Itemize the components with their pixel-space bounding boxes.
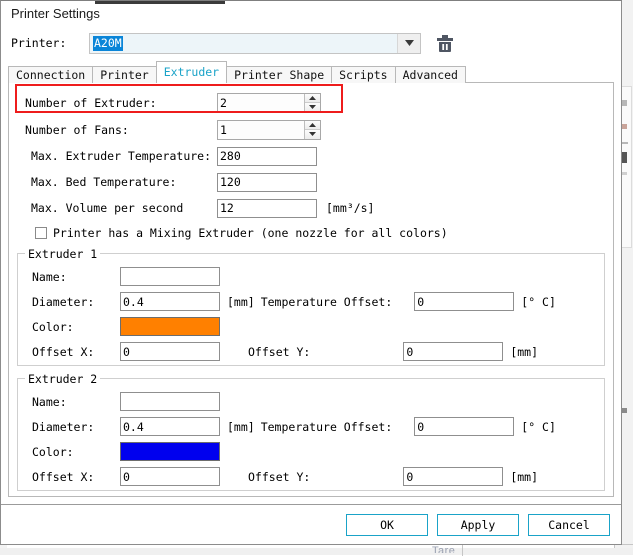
number-of-fans-stepper[interactable] [217,119,321,140]
extruder-tab-panel: Number of Extruder: Number of Fans: [8,82,614,497]
number-of-fans-label: Number of Fans: [25,122,129,137]
extruder-2-offset-y-label: Offset Y: [248,469,311,484]
dialog-titlebar: Printer Settings [1,1,621,25]
background-ghost-panel [462,544,633,556]
extruder-1-offset-y-input[interactable] [403,342,504,361]
number-of-fans-row: Number of Fans: [17,116,605,143]
max-extruder-temperature-row: Max. Extruder Temperature: [17,143,605,169]
extruder-2-name-label: Name: [32,394,67,409]
extruder-2-offset-y-unit: [mm] [510,469,539,484]
titlebar-dark-cap [95,1,225,4]
max-bed-temperature-row: Max. Bed Temperature: [17,169,605,195]
extruder-1-diameter-label: Diameter: [32,294,95,309]
max-bed-temperature-label: Max. Bed Temperature: [31,175,177,189]
extruder-1-diameter-row: Diameter: [mm] Temperature Offset: [° C] [26,289,596,314]
extruder-2-name-input[interactable] [120,392,220,411]
extruder-2-offset-row: Offset X: Offset Y: [mm] [26,464,596,489]
printer-label: Printer: [11,36,67,50]
extruder-1-group: Extruder 1 Name: Diameter: [mm] Temperat… [17,247,605,366]
extruder-2-diameter-label: Diameter: [32,419,95,434]
extruder-1-name-row: Name: [26,264,596,289]
tab-scripts[interactable]: Scripts [331,66,396,83]
extruder-2-temperature-offset-input[interactable] [414,417,515,436]
extruder-1-diameter-input[interactable] [120,292,220,311]
extruder-1-group-title: Extruder 1 [25,247,101,261]
extruder-2-temperature-offset-label: Temperature Offset: [260,419,393,434]
extruder-1-name-label: Name: [32,269,67,284]
extruder-1-temperature-offset-unit: [° C] [521,294,556,309]
extruder-2-name-row: Name: [26,389,596,414]
extruder-1-offset-x-input[interactable] [120,342,220,361]
extruder-2-color-row: Color: [26,439,596,464]
extruder-2-offset-x-label: Offset X: [32,469,95,484]
printer-combobox[interactable]: A20M [89,32,421,54]
number-of-extruder-row: Number of Extruder: [17,89,605,116]
max-volume-per-second-row: Max. Volume per second [mm³/s] [17,195,605,221]
number-of-fans-input[interactable] [218,120,304,139]
extruder-2-diameter-unit: [mm] [227,419,255,434]
tab-printer[interactable]: Printer [92,66,157,83]
extruder-1-diameter-unit: [mm] [227,294,255,309]
number-of-extruder-stepper[interactable] [217,92,321,113]
printer-combobox-value: A20M [93,35,123,51]
mixing-extruder-checkbox[interactable] [35,227,47,239]
mixing-extruder-label: Printer has a Mixing Extruder (one nozzl… [53,226,448,240]
cancel-button[interactable]: Cancel [528,513,610,536]
extruder-2-diameter-row: Diameter: [mm] Temperature Offset: [° C] [26,414,596,439]
stepper-down-icon[interactable] [305,130,320,139]
number-of-fans-stepper-buttons[interactable] [304,120,320,139]
number-of-extruder-input[interactable] [218,93,304,112]
extruder-1-name-input[interactable] [120,267,220,286]
extruder-1-offset-y-unit: [mm] [510,344,539,359]
tab-advanced[interactable]: Advanced [394,66,466,83]
dialog-title: Printer Settings [11,5,100,21]
extruder-1-offset-y-label: Offset Y: [248,344,311,359]
tab-extruder[interactable]: Extruder [155,61,228,83]
settings-tabstrip: Connection Printer Extruder Printer Shap… [8,61,621,83]
extruder-2-group-title: Extruder 2 [25,372,101,386]
max-volume-per-second-unit: [mm³/s] [326,201,375,215]
extruder-2-temperature-offset-unit: [° C] [521,419,556,434]
trash-icon[interactable] [434,32,456,54]
extruder-1-temperature-offset-input[interactable] [414,292,515,311]
printer-combobox-field[interactable]: A20M [90,33,397,53]
max-volume-per-second-label: Max. Volume per second [31,201,184,215]
extruder-1-color-row: Color: [26,314,596,339]
extruder-1-color-label: Color: [32,319,74,334]
number-of-extruder-label: Number of Extruder: [25,95,157,110]
background-ghost-label: Tare [432,545,456,553]
printer-selector-row: Printer: A20M [1,25,621,61]
extruder-1-temperature-offset-label: Temperature Offset: [260,294,393,309]
extruder-1-color-swatch[interactable] [120,317,220,336]
extruder-2-diameter-input[interactable] [120,417,220,436]
stepper-up-icon[interactable] [305,93,320,103]
printer-settings-dialog: Printer Settings Printer: A20M Connectio… [0,0,622,545]
extruder-1-offset-x-label: Offset X: [32,344,95,359]
extruder-2-offset-y-input[interactable] [403,467,504,486]
mixing-extruder-row[interactable]: Printer has a Mixing Extruder (one nozzl… [17,221,605,245]
extruder-2-color-swatch[interactable] [120,442,220,461]
extruder-2-color-label: Color: [32,444,74,459]
stepper-down-icon[interactable] [305,103,320,112]
stepper-up-icon[interactable] [305,120,320,130]
ok-button[interactable]: OK [346,513,428,536]
number-of-extruder-stepper-buttons[interactable] [304,93,320,112]
extruder-2-offset-x-input[interactable] [120,467,220,486]
max-extruder-temperature-label: Max. Extruder Temperature: [31,149,212,163]
max-volume-per-second-input[interactable] [217,198,317,218]
extruder-2-group: Extruder 2 Name: Diameter: [mm] Temperat… [17,372,605,491]
max-extruder-temperature-input[interactable] [217,146,317,166]
extruder-1-offset-row: Offset X: Offset Y: [mm] [26,339,596,364]
tab-connection[interactable]: Connection [8,66,94,83]
chevron-down-icon[interactable] [397,33,420,53]
tab-printer-shape[interactable]: Printer Shape [226,66,333,83]
dialog-footer: OK Apply Cancel [1,504,621,544]
max-bed-temperature-input[interactable] [217,172,317,192]
apply-button[interactable]: Apply [437,513,519,536]
